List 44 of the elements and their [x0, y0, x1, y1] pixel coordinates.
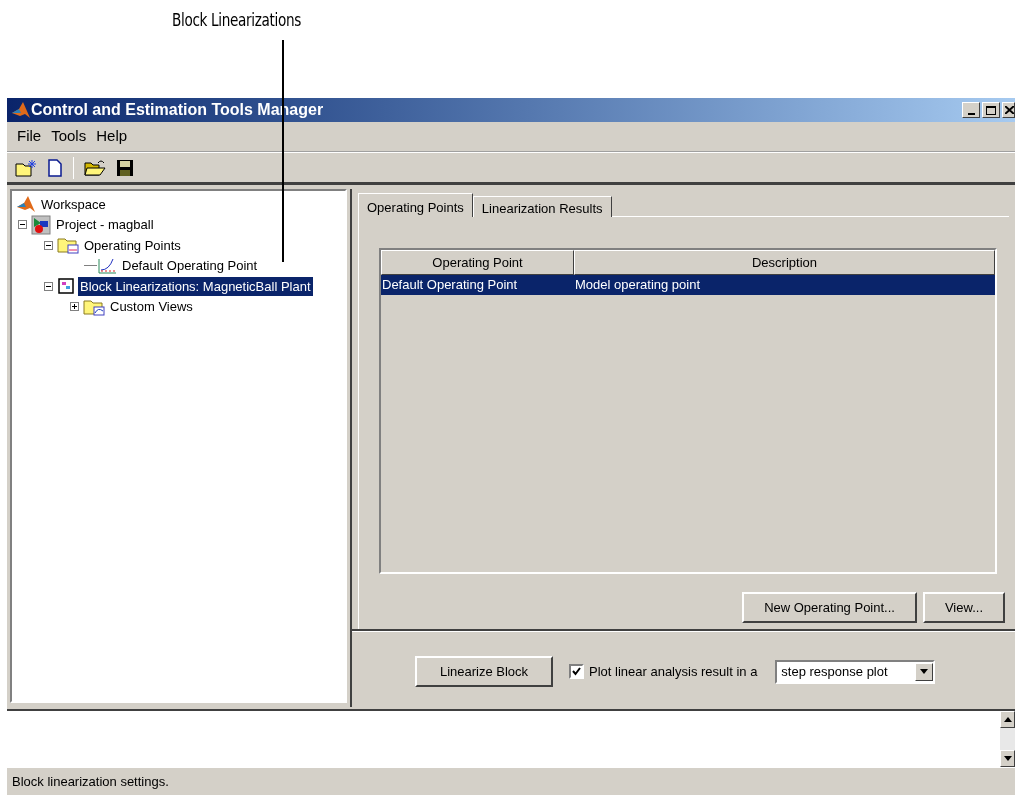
menu-item[interactable]: Tools	[51, 125, 87, 148]
tree-item[interactable]: Operating Points	[82, 235, 183, 255]
menu-item[interactable]: File	[17, 125, 42, 148]
close-icon[interactable]	[1002, 102, 1015, 118]
tree-item[interactable]: Custom Views	[108, 297, 195, 317]
minimize-icon[interactable]	[962, 102, 980, 118]
collapse-toggle-icon[interactable]	[44, 281, 53, 291]
open-folder-icon[interactable]	[84, 158, 106, 177]
tree-item[interactable]: Project - magball	[54, 215, 156, 235]
tab[interactable]: Operating Points	[358, 193, 473, 217]
new-document-icon[interactable]	[47, 158, 63, 177]
tree-item[interactable]: Workspace	[39, 194, 108, 214]
matlab-logo-icon	[11, 101, 31, 119]
folder-icon	[57, 236, 79, 255]
callout-label: Block Linearizations	[172, 9, 301, 32]
expand-toggle-icon[interactable]	[70, 302, 79, 312]
new-project-icon[interactable]	[15, 158, 37, 177]
tree-item[interactable]: Block Linearizations: MagneticBall Plant	[78, 276, 313, 296]
matlab-logo-icon	[16, 195, 36, 214]
scroll-down-icon[interactable]	[1000, 750, 1015, 767]
maximize-icon[interactable]	[982, 102, 1000, 118]
checkbox-label: Plot linear analysis result in a	[589, 662, 758, 681]
table-cell-text: Model operating point	[574, 276, 702, 295]
block-icon	[57, 277, 75, 296]
status-text: Block linearization settings.	[12, 772, 169, 791]
menu-item[interactable]: Help	[96, 125, 128, 148]
plot-type-dropdown[interactable]: step response plot	[775, 659, 936, 684]
tree-item[interactable]: Default Operating Point	[120, 256, 260, 276]
save-icon[interactable]	[116, 158, 134, 177]
table-cell-text: Default Operating Point	[381, 276, 519, 295]
collapse-toggle-icon[interactable]	[18, 220, 27, 230]
table-row[interactable]: Default Operating Point Model operating point	[381, 275, 995, 295]
scroll-up-icon[interactable]	[1000, 711, 1015, 728]
tab[interactable]: Linearization Results	[472, 196, 612, 217]
button[interactable]: View...	[922, 592, 1005, 623]
button[interactable]: New Operating Point...	[742, 592, 917, 623]
checkbox[interactable]	[569, 664, 584, 679]
column-header[interactable]: Description	[574, 250, 995, 275]
project-icon	[31, 214, 51, 235]
linearize-block-button[interactable]: Linearize Block	[415, 656, 553, 687]
column-header[interactable]: Operating Point	[381, 250, 574, 275]
collapse-toggle-icon[interactable]	[44, 240, 53, 250]
plot-icon	[97, 257, 117, 274]
folder-icon	[83, 297, 105, 316]
